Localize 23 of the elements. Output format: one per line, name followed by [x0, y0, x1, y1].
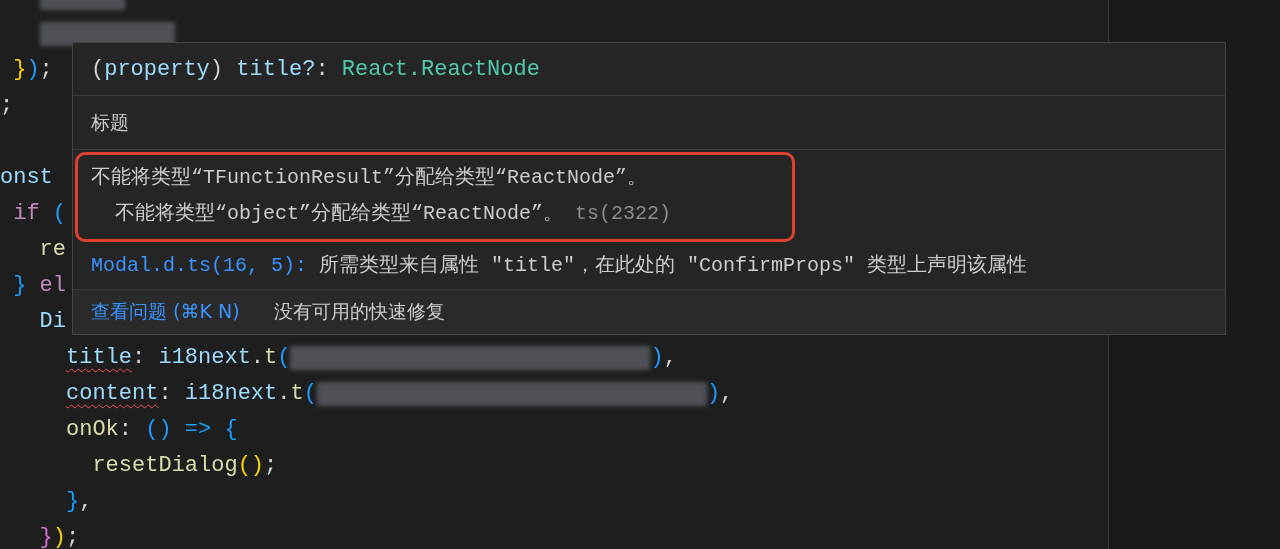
code-text: Di — [38, 308, 66, 336]
code-text: onOk: () => { — [65, 416, 238, 444]
code-text: if ( — [12, 200, 66, 228]
code-text: ), — [650, 344, 677, 372]
error-message: 不能将类型“TFunctionResult”分配给类型“ReactNode”。 — [91, 165, 649, 191]
type-signature: (property) title?: React.ReactNode — [73, 43, 1225, 96]
file-link[interactable]: Modal.d.ts(16, 5): — [91, 254, 308, 277]
code-text: title: i18next.t( — [65, 344, 291, 372]
code-text: ; — [0, 92, 14, 120]
code-text: re — [38, 236, 66, 264]
no-quick-fix-text: 没有可用的快速修复 — [273, 299, 445, 324]
code-text: }, — [65, 488, 93, 516]
related-info: Modal.d.ts(16, 5): 所需类型来自属性 "title"，在此处的 "ConfirmProps" 类型上声明该属性 — [91, 253, 1029, 279]
code-text: } el — [12, 272, 66, 300]
code-text: resetDialog(); — [91, 452, 278, 480]
doc-text: 标题 — [91, 109, 129, 135]
error-message: 不能将类型“object”分配给类型“ReactNode”。 ts(2322) — [114, 201, 673, 227]
code-text: onst — [0, 164, 53, 192]
code-text: }); — [12, 56, 53, 84]
view-problem-link[interactable]: 查看问题 (⌘K N) — [91, 299, 240, 325]
code-text: content: i18next.t( — [65, 380, 317, 408]
code-text: ), — [706, 380, 734, 408]
code-text: }); — [38, 524, 80, 549]
